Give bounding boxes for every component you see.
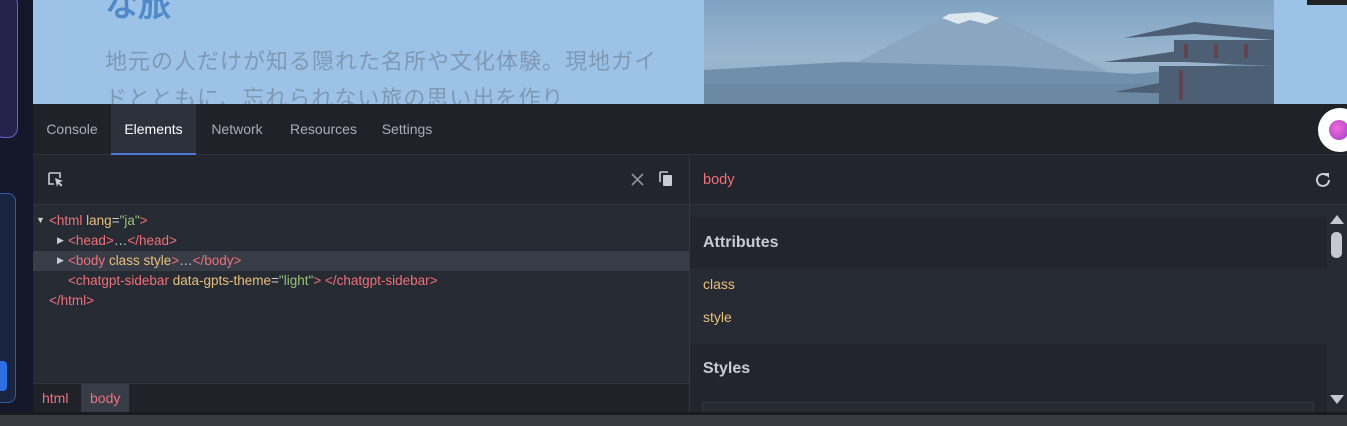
tab-resources[interactable]: Resources	[278, 104, 369, 155]
brain-icon[interactable]	[1318, 108, 1347, 152]
attribute-style[interactable]: style	[703, 309, 732, 325]
collapse-triangle-icon[interactable]: ▶	[57, 250, 64, 270]
scrollbar-thumb[interactable]	[1331, 232, 1342, 258]
styles-heading: Styles	[703, 360, 751, 377]
host-button[interactable]	[0, 361, 7, 391]
mount-fuji-pagoda-image	[704, 12, 1274, 104]
scroll-down-icon[interactable]	[1330, 395, 1344, 404]
tab-network[interactable]: Network	[196, 104, 278, 155]
inspector-sidepanel: body Attributes class style Styles	[689, 155, 1347, 412]
selected-element-title: body	[703, 172, 735, 188]
copy-icon[interactable]	[659, 171, 673, 187]
host-app-sidebar	[0, 0, 33, 426]
dom-node-body[interactable]: ▶ <body class style>…</body>	[33, 251, 689, 271]
page-margin	[1274, 0, 1347, 104]
hero-image	[704, 0, 1274, 104]
breadcrumb-body[interactable]: body	[81, 384, 130, 413]
dom-node-html[interactable]: ▼ <html lang="ja">	[33, 211, 689, 231]
attribute-class[interactable]: class	[703, 276, 735, 292]
collapse-triangle-icon[interactable]: ▶	[57, 230, 64, 250]
elements-toolbar	[33, 155, 689, 205]
attributes-list: class style	[690, 268, 1327, 332]
dom-node-chatgpt-sidebar[interactable]: <chatgpt-sidebar data-gpts-theme="light"…	[33, 271, 689, 291]
scroll-up-icon[interactable]	[1330, 215, 1344, 224]
hero-text: 地元の人だけが知る隠れた名所や文化体験。現地ガイドとともに、忘れられない旅の思い…	[105, 50, 658, 104]
attributes-heading: Attributes	[703, 234, 779, 251]
inspector-header: body	[690, 155, 1347, 205]
tab-console[interactable]: Console	[33, 104, 111, 155]
inspector-scrollbar[interactable]	[1327, 205, 1347, 412]
tab-settings[interactable]: Settings	[369, 104, 445, 155]
close-icon[interactable]	[631, 173, 644, 186]
refresh-icon[interactable]	[1314, 171, 1332, 189]
host-card	[0, 0, 18, 138]
breadcrumb: html body	[33, 383, 689, 413]
dom-node-head[interactable]: ▶ <head>…</head>	[33, 231, 689, 251]
attributes-section: Attributes class style	[690, 217, 1327, 332]
elements-panel: ▼ <html lang="ja"> ▶ <head>…</head> ▶ <b…	[33, 155, 689, 413]
styles-box	[702, 402, 1314, 412]
hero-heading: な旅	[105, 0, 171, 24]
expand-triangle-icon[interactable]: ▼	[36, 210, 45, 230]
bottom-bar	[0, 412, 1347, 426]
page-corner	[1307, 0, 1347, 5]
devtools-tabbar: Console Elements Network Resources Setti…	[33, 104, 1347, 155]
breadcrumb-html[interactable]: html	[33, 384, 77, 413]
tab-elements[interactable]: Elements	[111, 104, 196, 155]
styles-section: Styles	[690, 344, 1327, 412]
dom-tree: ▼ <html lang="ja"> ▶ <head>…</head> ▶ <b…	[33, 205, 689, 383]
element-picker-icon[interactable]	[47, 171, 65, 189]
devtools-panel: Console Elements Network Resources Setti…	[33, 104, 1347, 413]
dom-node-html-close[interactable]: </html>	[33, 291, 689, 311]
page-preview: な旅 地元の人だけが知る隠れた名所や文化体験。現地ガイドとともに、忘れられない旅…	[33, 0, 1347, 104]
